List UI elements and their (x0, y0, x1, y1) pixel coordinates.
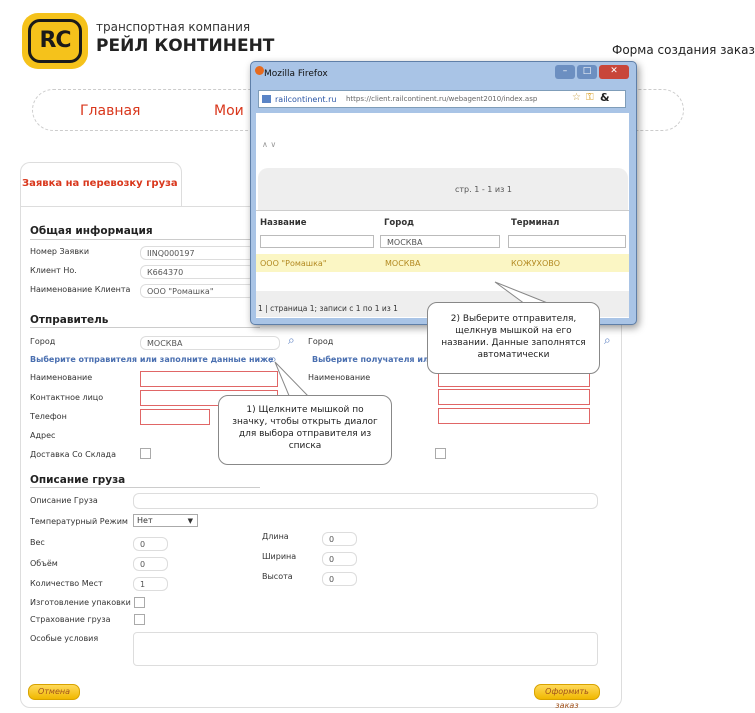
insurance-label: Страхование груза (30, 615, 111, 624)
receiver-phone-field[interactable] (438, 408, 590, 424)
filter-name-input[interactable] (260, 235, 374, 248)
cancel-button[interactable]: Отмена (28, 684, 80, 700)
insurance-checkbox[interactable] (134, 614, 145, 625)
temp-select-value: Нет (137, 516, 153, 525)
url-domain: railcontinent.ru (275, 95, 337, 104)
special-conditions-textarea[interactable] (133, 632, 598, 666)
bookmark-star-icon[interactable]: ☆ (572, 92, 581, 103)
company-subtitle: транспортная компания (96, 20, 251, 34)
width-label: Ширина (262, 552, 297, 561)
popup-title: Mozilla Firefox (264, 69, 328, 79)
receiver-city-label: Город (308, 337, 334, 346)
callout-two: 2) Выберите отправителя, щелкнув мышкой … (427, 302, 600, 374)
divider (30, 327, 260, 328)
packaging-checkbox[interactable] (134, 597, 145, 608)
col-terminal-header[interactable]: Терминал (511, 218, 559, 228)
warehouse-label: Доставка Со Склада (30, 450, 116, 459)
receiver-contact-field[interactable] (438, 389, 590, 405)
logo-text: RC (28, 19, 82, 63)
page-title: Форма создания заказа (612, 43, 755, 57)
packaging-label: Изготовление упаковки (30, 598, 131, 607)
company-logo: RC (22, 13, 88, 69)
pager-bar (258, 168, 628, 210)
address-label: Адрес (30, 431, 56, 440)
sender-name-field[interactable] (140, 371, 278, 387)
maximize-icon[interactable]: □ (577, 65, 597, 79)
volume-label: Объём (30, 559, 58, 568)
phone-label: Телефон (30, 412, 67, 421)
cargo-desc-label: Описание Груза (30, 496, 98, 505)
places-label: Количество Мест (30, 579, 103, 588)
height-label: Высота (262, 572, 293, 581)
width-field[interactable]: 0 (322, 552, 357, 566)
callout-one: 1) Щелкните мышкой по значку, чтобы откр… (218, 395, 392, 465)
weight-field[interactable]: 0 (133, 537, 168, 551)
temp-select[interactable]: Нет ▼ (133, 514, 198, 527)
section-cargo-title: Описание груза (30, 474, 126, 486)
filter-city-input[interactable]: МОСКВА (380, 235, 500, 248)
url-text: https://client.railcontinent.ru/webagent… (346, 95, 538, 103)
receiver-warehouse-checkbox[interactable] (435, 448, 446, 459)
search-receiver-city-icon[interactable]: ⌕ (604, 333, 611, 348)
volume-field[interactable]: 0 (133, 557, 168, 571)
search-city-icon[interactable]: ⌕ (288, 333, 295, 348)
dropdown-arrow-icon: ▼ (187, 517, 193, 525)
client-number-label: Клиент Но. (30, 266, 77, 275)
site-identity-icon (262, 95, 271, 103)
company-name: РЕЙЛ КОНТИНЕНТ (96, 36, 275, 56)
client-name-label: Наименование Клиента (30, 285, 131, 294)
client-number-field[interactable]: К664370 (140, 265, 255, 279)
section-sender-title: Отправитель (30, 314, 109, 326)
footer-text: 1 | страница 1; записи с 1 по 1 из 1 (258, 304, 398, 313)
row-terminal-cell: КОЖУХОВО (511, 259, 561, 268)
warehouse-checkbox[interactable] (140, 448, 151, 459)
filter-terminal-input[interactable] (508, 235, 626, 248)
key-icon: ⚿ (586, 92, 594, 103)
places-field[interactable]: 1 (133, 577, 168, 591)
phone-field[interactable] (140, 409, 210, 425)
popup-body (256, 113, 629, 318)
submit-order-button[interactable]: Оформить заказ (534, 684, 600, 710)
divider (256, 210, 629, 211)
firefox-icon (255, 66, 264, 75)
weight-label: Вес (30, 538, 45, 547)
pager-text: стр. 1 - 1 из 1 (455, 185, 513, 194)
choose-sender-hint: Выберите отправителя или заполните данны… (30, 355, 274, 364)
col-name-header[interactable]: Название (260, 218, 307, 228)
height-field[interactable]: 0 (322, 572, 357, 586)
client-name-field[interactable]: ООО "Ромашка" (140, 284, 255, 298)
nav-item-home[interactable]: Главная (80, 103, 140, 119)
sender-city-label: Город (30, 337, 56, 346)
length-field[interactable]: 0 (322, 532, 357, 546)
length-label: Длина (262, 532, 289, 541)
callout-one-pointer (274, 361, 312, 399)
cargo-desc-field[interactable] (133, 493, 598, 509)
temp-label: Температурный Режим (30, 517, 128, 526)
divider (30, 239, 285, 240)
minimize-icon[interactable]: – (555, 65, 575, 79)
row-city-cell: МОСКВА (385, 259, 421, 268)
special-label: Особые условия (30, 634, 99, 643)
order-number-label: Номер Заявки (30, 247, 90, 256)
choose-receiver-hint: Выберите получателя или (312, 355, 435, 364)
sender-city-field[interactable]: МОСКВА (140, 336, 280, 350)
close-icon[interactable]: ✕ (599, 65, 629, 79)
sender-name-label: Наименование (30, 373, 93, 382)
section-general-title: Общая информация (30, 225, 153, 237)
contact-label: Контактное лицо (30, 393, 104, 402)
nav-item-my[interactable]: Мои (214, 103, 244, 119)
row-name-cell[interactable]: ООО "Ромашка" (260, 259, 327, 268)
receiver-name-label: Наименование (308, 373, 371, 382)
ampersand-icon: & (600, 91, 610, 104)
expand-collapse-icon[interactable]: ∧ ∨ (262, 140, 276, 149)
tab-order-label: Заявка на перевозку груза (22, 178, 178, 189)
divider (30, 487, 260, 488)
col-city-header[interactable]: Город (384, 218, 414, 228)
order-number-field[interactable]: IINQ000197 (140, 246, 255, 260)
